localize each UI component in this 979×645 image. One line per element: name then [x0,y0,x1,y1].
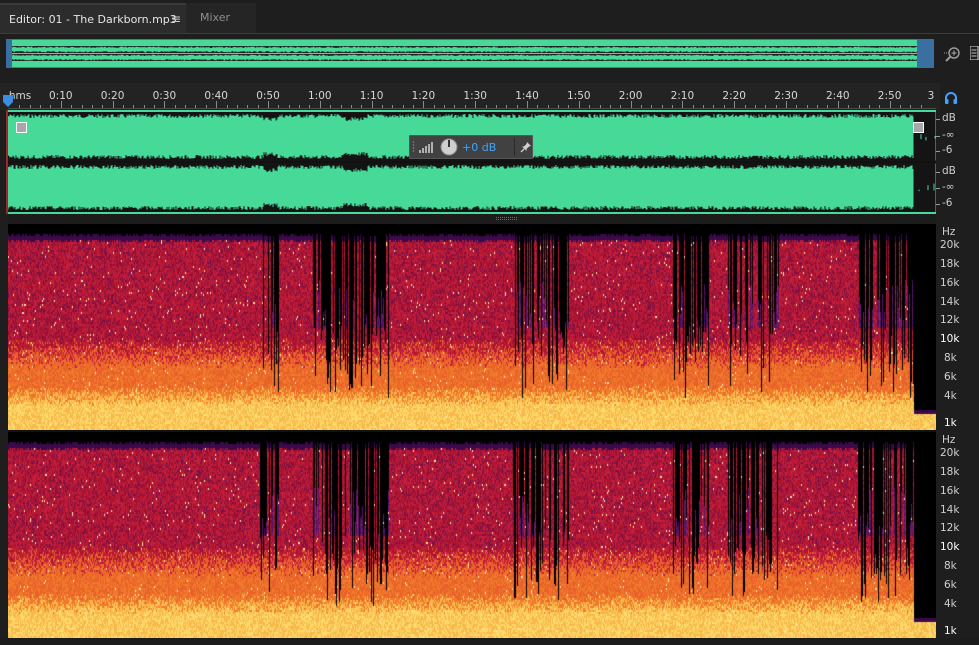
hz-scale-label: 18k [940,258,960,270]
spectrogram-channel-2[interactable] [8,432,936,638]
timeline-ruler[interactable]: hms 0:10 0:20 0:30 0:40 0:50 1:00 1:10 1:20 1:30… [0,83,940,110]
ruler-label: 1:40 [515,90,539,102]
ruler-label: 1:50 [567,90,591,102]
hz-scale-label: 14k [940,504,960,516]
hz-scale-label: 1k [944,417,957,429]
ruler-label: 1:10 [359,90,384,102]
ruler-label: 2:20 [722,90,746,102]
tab-editor-label: Editor: 01 - The Darkborn.mp3 [9,13,177,26]
ruler-label: 0:40 [204,90,228,102]
hz-scale-label: 20k [940,447,960,459]
fade-out-handle[interactable] [913,122,924,133]
ruler-end-label: 3 [927,90,935,102]
ruler-label: 2:40 [826,90,850,102]
tab-menu-icon[interactable]: ≡ [171,13,181,25]
hz-scale-label: 16k [940,277,960,289]
tab-editor[interactable]: Editor: 01 - The Darkborn.mp3 ≡ [0,3,186,33]
ruler-axis [8,108,936,109]
db-scale-label: dB [942,112,956,124]
playhead-marker[interactable] [3,95,13,107]
tab-divider [0,33,979,34]
hz-scale-label: Hz [942,434,956,446]
db-scale-tick [936,151,940,152]
volume-hud[interactable]: +0 dB [409,135,533,159]
hud-grip-icon[interactable] [412,140,415,154]
zoom-in-icon[interactable] [944,45,962,63]
hud-separator [514,138,515,156]
headphones-icon[interactable] [944,91,958,105]
spectrogram-graphic [8,432,936,638]
hz-scale-label: 12k [940,314,960,326]
splitter-grip-icon[interactable] [496,217,518,220]
db-scale-tick [936,136,940,137]
ruler-label: 1:20 [411,90,436,102]
ruler-label: 2:10 [670,90,695,102]
spectrogram-channel-1[interactable] [8,224,936,430]
hz-scale-label: 16k [940,485,960,497]
hz-scale-label: 8k [944,560,957,572]
hz-scale-label: 14k [940,296,960,308]
ruler-label: 2:50 [877,90,902,102]
ruler-label: 1:30 [463,90,487,102]
hz-scale-label: 20k [940,239,960,251]
overview-waveform[interactable] [6,39,934,68]
hz-scale-label: 4k [944,598,957,610]
hz-scale-label: 10k [940,541,960,553]
overview-right-handle[interactable] [917,39,934,68]
panel-menu-icon[interactable] [970,46,979,60]
db-scale-label: dB [942,165,956,177]
hz-scale-label: 4k [944,390,957,402]
overview-trace [7,46,933,61]
db-scale-label: -6 [942,197,953,209]
ruler-label: 0:20 [100,90,125,102]
tab-mixer-label: Mixer [200,11,231,24]
hz-scale-label: 18k [940,466,960,478]
hz-scale-label: 1k [944,625,957,637]
view-splitter[interactable] [8,214,936,224]
spectrogram-graphic [8,224,936,430]
db-scale-tick [936,172,940,173]
db-scale-tick [936,204,940,205]
db-scale-tick [936,119,940,120]
db-scale-label: -6 [942,144,953,156]
overview-waveform-graphic [7,46,933,61]
volume-knob[interactable] [440,138,458,156]
bottom-scrollbar[interactable] [0,638,979,645]
ruler-label: 1:00 [308,90,332,102]
ruler-label: 2:30 [774,90,798,102]
ruler-label: 0:30 [152,90,177,102]
ruler-label: 0:50 [256,90,280,102]
tab-mixer[interactable]: Mixer [186,3,256,33]
hz-scale-label: 12k [940,522,960,534]
overview-left-handle[interactable] [6,39,12,68]
db-scale-tick [936,188,940,189]
db-scale-label: -∞ [942,129,955,141]
fade-in-handle[interactable] [16,122,27,133]
hz-scale-label: 6k [944,579,957,591]
signal-level-icon [419,142,433,153]
hz-scale-label: 10k [940,333,960,345]
channel-divider [8,161,936,163]
ruler-label: 2:00 [618,90,643,102]
pin-icon[interactable] [520,141,532,153]
db-scale-label: -∞ [942,181,955,193]
volume-value[interactable]: +0 dB [462,141,496,154]
hz-scale-label: Hz [942,226,956,238]
ruler-label: 0:10 [49,90,73,102]
hz-scale-label: 6k [944,371,957,383]
hz-scale-label: 8k [944,352,957,364]
